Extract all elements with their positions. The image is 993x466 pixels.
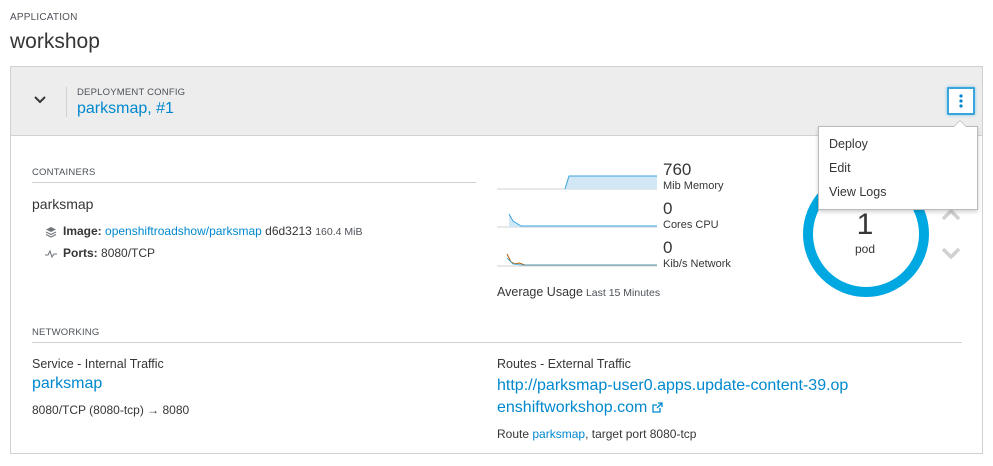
ports-value: 8080/TCP bbox=[101, 246, 156, 260]
image-hash: d6d3213 bbox=[265, 224, 312, 238]
menu-item-deploy[interactable]: Deploy bbox=[829, 137, 868, 151]
ports-label: Ports: bbox=[63, 246, 98, 260]
cpu-unit: Cores CPU bbox=[663, 219, 719, 231]
layers-icon bbox=[45, 226, 57, 238]
pulse-icon bbox=[45, 249, 57, 259]
container-name: parksmap bbox=[32, 196, 94, 212]
memory-unit: Mib Memory bbox=[663, 180, 724, 192]
menu-item-edit[interactable]: Edit bbox=[829, 161, 851, 175]
network-unit: Kib/s Network bbox=[663, 258, 731, 270]
deployment-name-link[interactable]: parksmap bbox=[77, 100, 147, 117]
memory-sparkline bbox=[497, 175, 657, 190]
chevron-down-icon[interactable] bbox=[31, 91, 49, 109]
deployment-config-label: DEPLOYMENT CONFIG bbox=[77, 87, 186, 98]
route-suffix: , target port 8080-tcp bbox=[585, 427, 697, 441]
service-name-link[interactable]: parksmap bbox=[32, 375, 102, 393]
pod-count: 1 bbox=[856, 208, 874, 241]
pod-label: pod bbox=[854, 242, 876, 256]
average-usage-label: Average Usage bbox=[497, 285, 583, 299]
cpu-sparkline bbox=[497, 213, 657, 228]
average-usage-period: Last 15 Minutes bbox=[585, 287, 661, 299]
memory-value: 760 bbox=[663, 160, 692, 179]
networking-divider bbox=[32, 342, 962, 343]
deployment-title: parksmap, #1 bbox=[77, 100, 174, 118]
chevron-up-icon[interactable] bbox=[940, 208, 962, 222]
networking-section-label: NETWORKING bbox=[32, 327, 100, 338]
service-ports: 8080/TCP (8080-tcp) → 8080 bbox=[32, 403, 190, 417]
image-label: Image: bbox=[63, 224, 102, 238]
route-url-block: http://parksmap-user0.apps.update-conten… bbox=[497, 375, 857, 419]
image-link[interactable]: openshiftroadshow/parksmap bbox=[105, 224, 262, 238]
application-name: workshop bbox=[10, 30, 100, 53]
kebab-icon bbox=[959, 94, 963, 108]
menu-item-view-logs[interactable]: View Logs bbox=[829, 185, 886, 199]
network-sparkline bbox=[497, 253, 657, 267]
image-size: 160.4 MiB bbox=[315, 226, 363, 238]
route-url-link[interactable]: http://parksmap-user0.apps.update-conten… bbox=[497, 377, 848, 416]
deployment-revision-link[interactable]: #1 bbox=[156, 100, 174, 117]
routes-label: Routes - External Traffic bbox=[497, 357, 631, 371]
route-name-link[interactable]: parksmap bbox=[532, 427, 585, 441]
route-prefix: Route bbox=[497, 427, 530, 441]
chevron-down-scale-icon[interactable] bbox=[940, 246, 962, 260]
container-image-row: Image: openshiftroadshow/parksmap d6d321… bbox=[45, 224, 362, 238]
header-divider bbox=[66, 87, 67, 117]
service-label: Service - Internal Traffic bbox=[32, 357, 164, 371]
average-usage: Average Usage Last 15 Minutes bbox=[497, 285, 660, 299]
route-detail: Route parksmap, target port 8080-tcp bbox=[497, 427, 696, 441]
containers-divider bbox=[32, 182, 476, 183]
application-label: APPLICATION bbox=[10, 12, 78, 23]
actions-kebab-button[interactable] bbox=[947, 87, 975, 115]
network-value: 0 bbox=[663, 238, 673, 257]
actions-menu: Deploy Edit View Logs bbox=[818, 120, 978, 210]
cpu-value: 0 bbox=[663, 199, 673, 218]
deployment-separator: , bbox=[147, 100, 152, 117]
external-link-icon[interactable] bbox=[652, 402, 663, 413]
container-ports-row: Ports: 8080/TCP bbox=[45, 246, 155, 260]
containers-section-label: CONTAINERS bbox=[32, 167, 96, 178]
